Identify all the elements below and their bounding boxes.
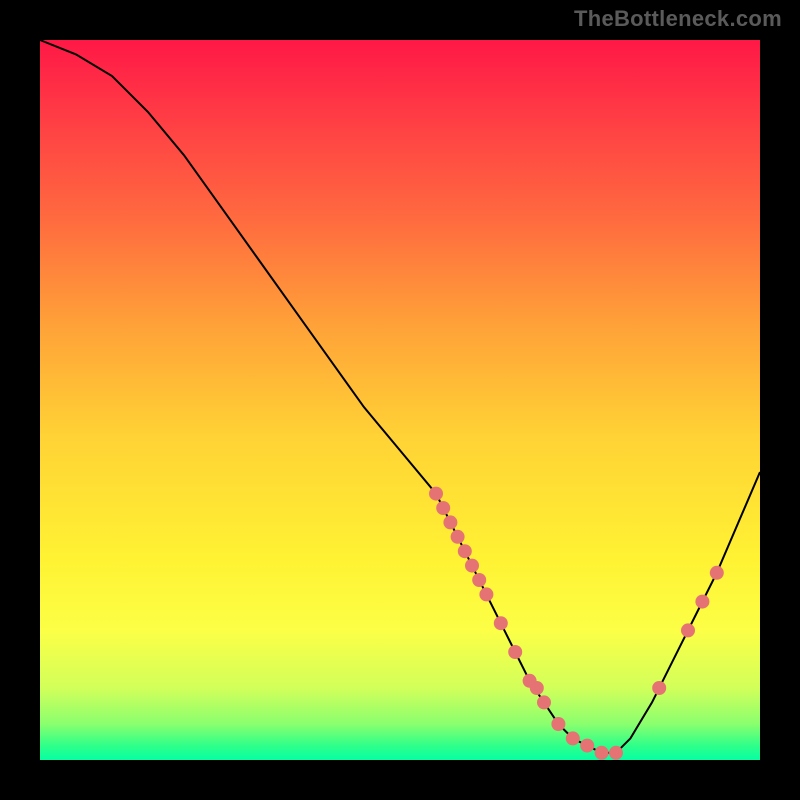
curve-marker (443, 515, 457, 529)
curve-marker (695, 595, 709, 609)
curve-marker (429, 487, 443, 501)
curve-marker (595, 746, 609, 760)
curve-marker (458, 544, 472, 558)
curve-marker (681, 623, 695, 637)
curve-marker (451, 530, 465, 544)
curve-marker (508, 645, 522, 659)
curve-markers (429, 487, 724, 760)
curve-marker (465, 559, 479, 573)
curve-marker (472, 573, 486, 587)
curve-marker (551, 717, 565, 731)
bottleneck-curve (40, 40, 760, 753)
curve-marker (537, 695, 551, 709)
curve-marker (479, 587, 493, 601)
curve-marker (436, 501, 450, 515)
curve-marker (710, 566, 724, 580)
curve-marker (580, 739, 594, 753)
curve-marker (609, 746, 623, 760)
curve-marker (566, 731, 580, 745)
plot-area (40, 40, 760, 760)
curve-marker (652, 681, 666, 695)
curve-marker (530, 681, 544, 695)
attribution-label: TheBottleneck.com (574, 6, 782, 32)
chart-container: TheBottleneck.com (0, 0, 800, 800)
plot-svg (40, 40, 760, 760)
curve-marker (494, 616, 508, 630)
